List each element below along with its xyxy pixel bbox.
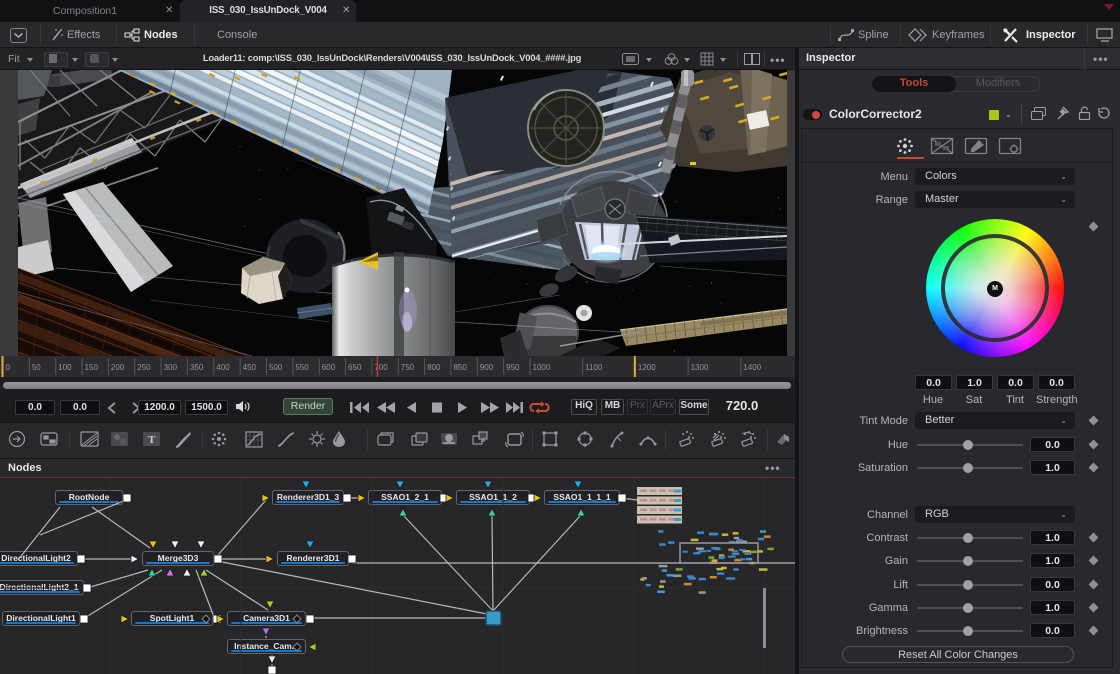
- svg-text:300: 300: [164, 363, 178, 372]
- svg-text:400: 400: [216, 363, 230, 372]
- svg-text:950: 950: [506, 363, 520, 372]
- svg-text:150: 150: [85, 363, 99, 372]
- svg-text:850: 850: [453, 363, 467, 372]
- svg-text:200: 200: [111, 363, 125, 372]
- svg-text:750: 750: [401, 363, 415, 372]
- svg-text:500: 500: [269, 363, 283, 372]
- svg-text:1100: 1100: [585, 363, 603, 372]
- svg-text:0: 0: [6, 363, 11, 372]
- svg-text:900: 900: [480, 363, 494, 372]
- svg-text:1300: 1300: [691, 363, 709, 372]
- svg-text:450: 450: [243, 363, 257, 372]
- svg-text:250: 250: [137, 363, 151, 372]
- svg-text:100: 100: [58, 363, 72, 372]
- svg-text:700: 700: [374, 363, 388, 372]
- svg-text:T: T: [148, 434, 156, 446]
- svg-text:1400: 1400: [743, 363, 761, 372]
- svg-text:800: 800: [427, 363, 441, 372]
- svg-text:600: 600: [322, 363, 336, 372]
- svg-text:550: 550: [295, 363, 309, 372]
- svg-text:1000: 1000: [533, 363, 551, 372]
- svg-text:350: 350: [190, 363, 204, 372]
- svg-text:650: 650: [348, 363, 362, 372]
- svg-text:1200: 1200: [638, 363, 656, 372]
- svg-text:50: 50: [32, 363, 41, 372]
